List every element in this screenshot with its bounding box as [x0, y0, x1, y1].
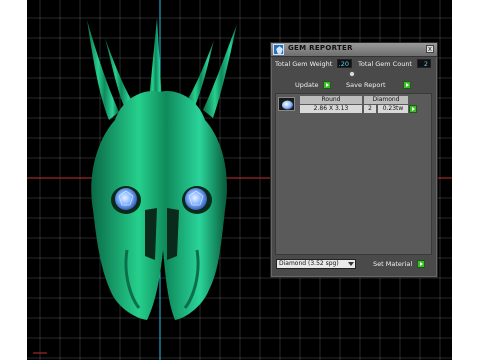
set-material-button[interactable] — [417, 260, 425, 268]
save-report-button[interactable] — [403, 81, 411, 89]
panel-titlebar[interactable]: Gem Reporter x — [271, 43, 437, 57]
gem-weight-cell: 0.23tw — [378, 105, 408, 113]
chevron-down-icon — [348, 262, 354, 266]
column-header-shape: Round — [300, 96, 362, 104]
update-button[interactable] — [323, 81, 331, 89]
row-detail-button[interactable] — [409, 105, 417, 113]
gem-size-cell: 2.86 X 3.13 — [300, 105, 362, 113]
total-count-label: Total Gem Count — [358, 60, 412, 68]
gem-reporter-app-icon — [273, 44, 284, 55]
gem-count-cell: 2 — [364, 105, 376, 113]
left-gem[interactable] — [115, 188, 137, 210]
gem-reporter-panel[interactable]: Gem Reporter x Total Gem Weight .20 Tota… — [270, 42, 438, 278]
total-count-value: 2 — [417, 59, 431, 68]
round-gem-icon[interactable] — [278, 97, 295, 111]
set-material-label[interactable]: Set Material — [373, 260, 412, 268]
material-select-value: Diamond (3.52 spg) — [279, 260, 339, 267]
column-header-material: Diamond — [364, 96, 408, 104]
right-gem[interactable] — [185, 188, 207, 210]
panel-title: Gem Reporter — [288, 44, 353, 52]
gem-list[interactable]: Round Diamond 2.86 X 3.13 2 0.23tw — [275, 93, 432, 255]
close-button[interactable]: x — [426, 45, 434, 53]
material-select[interactable]: Diamond (3.52 spg) — [276, 259, 356, 269]
save-report-label[interactable]: Save Report — [346, 81, 386, 89]
total-weight-value: .20 — [337, 59, 352, 68]
update-label[interactable]: Update — [295, 81, 319, 89]
app-window: Gem Reporter x Total Gem Weight .20 Tota… — [0, 0, 480, 360]
mask-model[interactable] — [87, 18, 237, 320]
status-dot-icon — [349, 71, 355, 77]
total-weight-label: Total Gem Weight — [275, 60, 333, 68]
